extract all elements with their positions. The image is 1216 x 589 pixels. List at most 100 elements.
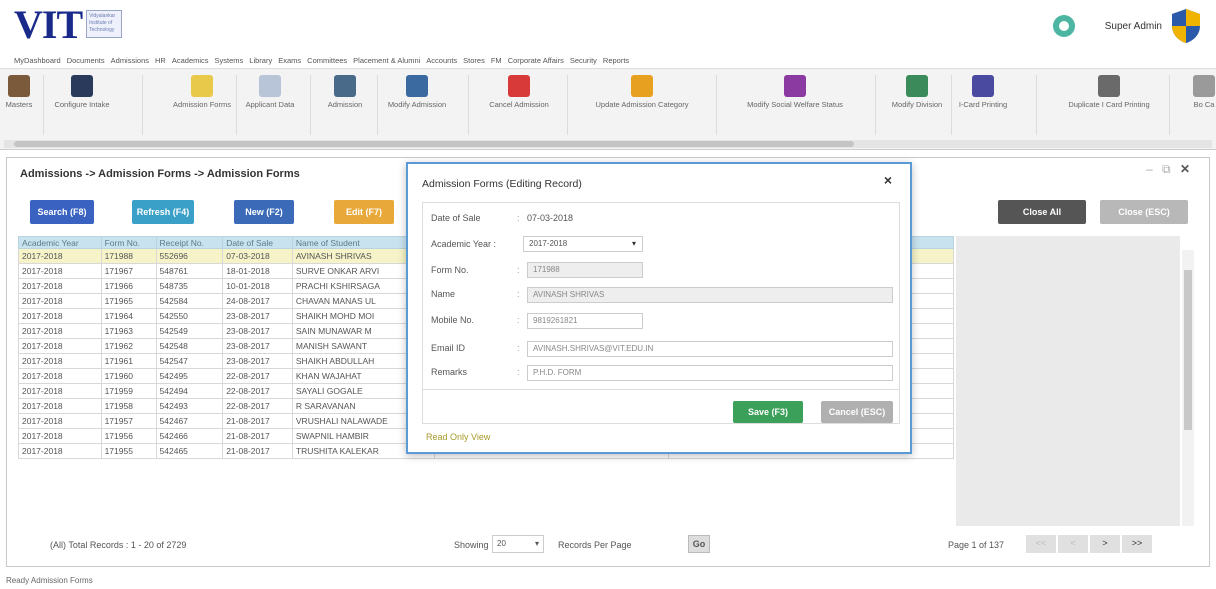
menu-item-committees[interactable]: Committees [307, 56, 347, 65]
minimize-icon[interactable]: – [1146, 162, 1153, 176]
dialog-close-icon[interactable]: × [884, 172, 892, 188]
table-cell: 22-08-2017 [222, 383, 293, 399]
table-cell: 23-08-2017 [222, 308, 293, 324]
column-header[interactable]: Date of Sale [222, 236, 293, 249]
email-field[interactable]: AVINASH.SHRIVAS@VIT.EDU.IN [527, 341, 893, 357]
ribbon-masters-button[interactable]: Masters [4, 75, 34, 109]
column-header[interactable]: Form No. [100, 236, 157, 249]
menu-item-documents[interactable]: Documents [67, 56, 105, 65]
table-cell: 171988 [100, 248, 157, 264]
go-button[interactable]: Go [688, 535, 710, 553]
ribbon-modify-division-button[interactable]: Modify Division [890, 75, 944, 109]
logo-sub-line: Technology [89, 27, 115, 33]
menu-item-admissions[interactable]: Admissions [111, 56, 149, 65]
ribbon-scrollbar[interactable] [4, 140, 1212, 148]
close-tab-button[interactable]: Close (ESC) [1100, 200, 1188, 224]
date-of-sale-label: Date of Sale [431, 213, 481, 223]
menu-item-library[interactable]: Library [249, 56, 272, 65]
last-page-button[interactable]: >> [1122, 535, 1152, 553]
table-cell: 22-08-2017 [222, 398, 293, 414]
name-field[interactable]: AVINASH SHRIVAS [527, 287, 893, 303]
ribbon-configure-intake-button[interactable]: Configure Intake [52, 75, 112, 109]
menu-item-fm[interactable]: FM [491, 56, 502, 65]
menu-item-academics[interactable]: Academics [172, 56, 209, 65]
restore-icon[interactable]: ⧉ [1162, 162, 1171, 177]
table-cell: 21-08-2017 [222, 443, 293, 459]
menu-item-hr[interactable]: HR [155, 56, 166, 65]
table-cell: 2017-2018 [18, 248, 102, 264]
ribbon-label: Duplicate I Card Printing [1068, 100, 1150, 109]
next-page-button[interactable]: > [1090, 535, 1120, 553]
table-cell: 542466 [155, 428, 224, 444]
ribbon-separator [43, 75, 44, 135]
new-button[interactable]: New (F2) [234, 200, 294, 224]
cancel-button[interactable]: Cancel (ESC) [821, 401, 893, 423]
ribbon-separator [236, 75, 237, 135]
column-header[interactable]: Receipt No. [155, 236, 224, 249]
ribbon-separator [951, 75, 952, 135]
per-page-label: Records Per Page [558, 540, 632, 550]
first-page-button[interactable]: << [1026, 535, 1056, 553]
close-all-button[interactable]: Close All [998, 200, 1086, 224]
menu-item-systems[interactable]: Systems [215, 56, 244, 65]
menu-item-accounts[interactable]: Accounts [426, 56, 457, 65]
ribbon-icard-printing-button[interactable]: I-Card Printing [958, 75, 1008, 109]
table-cell: 2017-2018 [18, 353, 102, 369]
logo-text: VIT [14, 2, 83, 47]
close-icon[interactable]: ✕ [1180, 162, 1190, 176]
ribbon-cancel-admission-button[interactable]: Cancel Admission [486, 75, 552, 109]
icard-printing-icon [972, 75, 994, 97]
ribbon-label: Applicant Data [245, 100, 295, 109]
column-header[interactable]: Academic Year [18, 236, 102, 249]
app-header: VIT Vidyalankar Institute of Technology … [0, 0, 1216, 52]
mobile-field[interactable]: 9819261821 [527, 313, 643, 329]
form-no-field[interactable]: 171988 [527, 262, 643, 278]
ribbon-separator [310, 75, 311, 135]
user-area[interactable]: Super Admin [1052, 8, 1202, 44]
date-of-sale-value: 07-03-2018 [527, 213, 574, 223]
shield-icon [1170, 8, 1202, 44]
menu-item-corporate-affairs[interactable]: Corporate Affairs [508, 56, 564, 65]
menu-item-reports[interactable]: Reports [603, 56, 629, 65]
form-no-label: Form No. [431, 265, 469, 275]
prev-page-button[interactable]: < [1058, 535, 1088, 553]
table-cell: 2017-2018 [18, 293, 102, 309]
colon: : [517, 289, 520, 299]
ribbon-bonafide-button[interactable]: Bo Ca [1184, 75, 1216, 109]
remarks-field[interactable]: P.H.D. FORM [527, 365, 893, 381]
menu-item-mydashboard[interactable]: MyDashboard [14, 56, 61, 65]
menu-item-placement-alumni[interactable]: Placement & Alumni [353, 56, 420, 65]
ribbon-label: Modify Division [891, 100, 943, 109]
table-vscrollbar[interactable] [1182, 250, 1194, 526]
ribbon-admission-button[interactable]: Admission [320, 75, 370, 109]
breadcrumb: Admissions -> Admission Forms -> Admissi… [20, 168, 300, 180]
ribbon-update-category-button[interactable]: Update Admission Category [582, 75, 702, 109]
table-empty-area [956, 236, 1180, 526]
modify-division-icon [906, 75, 928, 97]
table-cell: 2017-2018 [18, 428, 102, 444]
menu-item-stores[interactable]: Stores [463, 56, 485, 65]
ribbon-duplicate-icard-button[interactable]: Duplicate I Card Printing [1064, 75, 1154, 109]
records-per-page-select[interactable]: 20 ▾ [492, 535, 544, 553]
refresh-button[interactable]: Refresh (F4) [132, 200, 194, 224]
save-button[interactable]: Save (F3) [733, 401, 803, 423]
masters-icon [8, 75, 30, 97]
menu-item-exams[interactable]: Exams [278, 56, 301, 65]
ribbon-scroll-thumb[interactable] [14, 141, 854, 147]
per-page-value: 20 [497, 539, 506, 548]
ribbon-admission-forms-button[interactable]: Admission Forms [172, 75, 232, 109]
table-cell: 542549 [155, 323, 224, 339]
user-name[interactable]: Super Admin [1105, 21, 1162, 32]
ribbon-toolbar: Masters Configure Intake Admission Forms Ap… [0, 68, 1216, 150]
applicant-data-icon [259, 75, 281, 97]
ribbon-applicant-data-button[interactable]: Applicant Data [240, 75, 300, 109]
menu-item-security[interactable]: Security [570, 56, 597, 65]
read-only-view-link[interactable]: Read Only View [426, 432, 490, 442]
ribbon-social-welfare-button[interactable]: Modify Social Welfare Status [730, 75, 860, 109]
user-avatar-icon[interactable] [1052, 15, 1075, 37]
ribbon-modify-admission-button[interactable]: Modify Admission [384, 75, 450, 109]
table-scroll-thumb[interactable] [1184, 270, 1192, 430]
edit-button[interactable]: Edit (F7) [334, 200, 394, 224]
search-button[interactable]: Search (F8) [30, 200, 94, 224]
academic-year-select[interactable]: 2017-2018 ▾ [523, 236, 643, 252]
